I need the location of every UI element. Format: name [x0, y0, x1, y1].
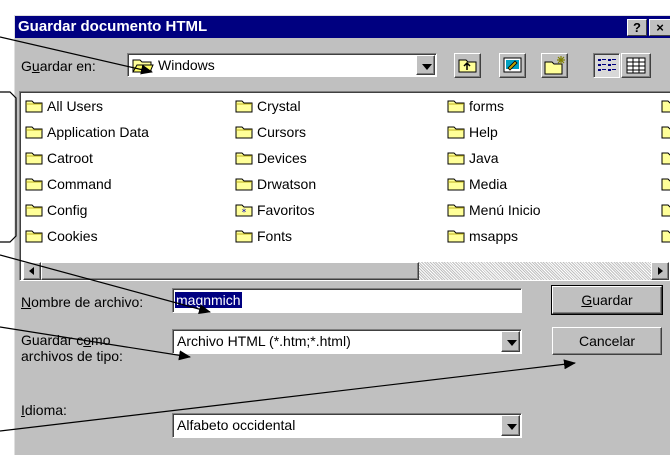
folder-icon [447, 126, 465, 139]
language-dropdown[interactable]: Alfabeto occidental [172, 413, 522, 438]
folder-icon [235, 152, 253, 165]
folder-icon [25, 100, 43, 113]
folder-icon [447, 178, 465, 191]
scroll-thumb[interactable] [41, 262, 419, 280]
help-button[interactable]: ? [627, 19, 647, 36]
desktop-button[interactable] [499, 53, 526, 78]
folder-icon [447, 204, 465, 217]
folder-icon [661, 230, 670, 243]
file-name: Fonts [257, 228, 293, 244]
folder-icon [661, 100, 670, 113]
details-view-icon [626, 57, 646, 74]
save-as-type-label-2: archivos de tipo: [21, 348, 123, 364]
folder-icon [235, 126, 253, 139]
save-as-type-dropdown-button[interactable] [501, 331, 520, 352]
open-folder-icon [132, 59, 154, 73]
details-view-button[interactable] [621, 53, 651, 78]
folder-icon [25, 230, 43, 243]
filename-label: Nombre de archivo: [21, 294, 144, 310]
file-list[interactable]: All Users Application Data Catroot Command C… [19, 91, 670, 281]
up-folder-button[interactable] [454, 53, 481, 78]
folder-icon [25, 204, 43, 217]
filename-value: magnmich [175, 292, 242, 308]
file-name: forms [469, 98, 504, 114]
scroll-track[interactable] [419, 262, 651, 280]
save-in-value: Windows [158, 57, 215, 73]
file-name: Crystal [257, 98, 301, 114]
cancel-button[interactable]: Cancelar [552, 327, 662, 355]
file-name: Java [469, 150, 499, 166]
file-name: Favoritos [257, 202, 315, 218]
folder-icon [235, 178, 253, 191]
save-dialog: Guardar documento HTML ? × Guardar en: W… [14, 15, 670, 455]
save-as-type-value: Archivo HTML (*.htm;*.html) [177, 333, 351, 349]
save-as-type-label-1: Guardar como [21, 332, 111, 348]
language-value: Alfabeto occidental [177, 417, 296, 433]
folder-icon [25, 178, 43, 191]
arrow-right-icon [658, 267, 663, 275]
file-name: Application Data [47, 124, 149, 140]
folder-icon [661, 178, 670, 191]
folder-icon [447, 100, 465, 113]
list-view-icon [598, 59, 616, 71]
save-in-dropdown-button[interactable] [416, 55, 435, 75]
folder-icon [661, 152, 670, 165]
folder-icon [447, 152, 465, 165]
save-button[interactable]: Guardar [551, 285, 663, 315]
svg-text:*: * [242, 208, 247, 217]
desktop-icon [503, 57, 522, 73]
favorites-folder-icon: * [235, 204, 253, 217]
file-name: Devices [257, 150, 307, 166]
file-name: Drwatson [257, 176, 317, 192]
file-name: Cursors [257, 124, 307, 140]
language-dropdown-button[interactable] [501, 415, 520, 436]
folder-icon [25, 152, 43, 165]
file-name: Menú Inicio [469, 202, 541, 218]
file-name: All Users [47, 98, 104, 114]
new-folder-icon [544, 56, 565, 75]
file-name: Help [469, 124, 498, 140]
scroll-left-button[interactable] [23, 262, 41, 280]
list-view-button[interactable] [593, 53, 620, 78]
folder-icon [447, 230, 465, 243]
title-bar: Guardar documento HTML ? × [15, 16, 670, 38]
file-name: msapps [469, 228, 519, 244]
new-folder-button[interactable] [541, 53, 568, 78]
folder-icon [235, 230, 253, 243]
folder-icon [235, 100, 253, 113]
file-name: Catroot [47, 150, 93, 166]
file-name: Cookies [47, 228, 98, 244]
save-in-label: Guardar en: [21, 58, 96, 74]
save-in-dropdown[interactable]: Windows [127, 53, 437, 77]
horizontal-scrollbar[interactable] [23, 262, 669, 280]
arrow-left-icon [29, 267, 34, 275]
close-button[interactable]: × [649, 19, 670, 36]
folder-icon [25, 126, 43, 139]
scroll-right-button[interactable] [651, 262, 669, 280]
folder-icon [661, 126, 670, 139]
folder-icon [661, 204, 670, 217]
filename-input[interactable]: magnmich [172, 288, 522, 313]
language-label: Idioma: [21, 402, 67, 418]
save-as-type-dropdown[interactable]: Archivo HTML (*.htm;*.html) [172, 329, 522, 354]
dialog-title: Guardar documento HTML [18, 18, 208, 35]
file-name: Config [47, 202, 88, 218]
file-name: Command [47, 176, 112, 192]
file-name: Media [469, 176, 508, 192]
up-folder-icon [458, 59, 477, 73]
